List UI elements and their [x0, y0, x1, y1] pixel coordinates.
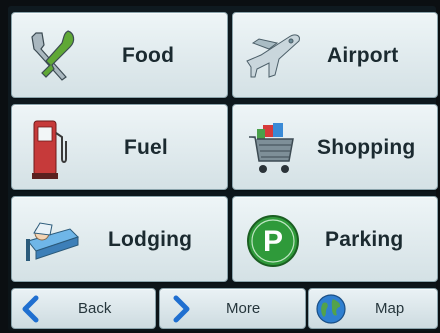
category-fuel-button[interactable]: Fuel	[11, 104, 228, 190]
back-button[interactable]: Back	[11, 288, 156, 329]
category-shopping-button[interactable]: Shopping	[232, 104, 438, 190]
category-parking-label: Parking	[325, 228, 404, 251]
back-label: Back	[78, 300, 112, 317]
shopping-cart-icon	[249, 123, 294, 173]
category-shopping-label: Shopping	[317, 136, 416, 159]
map-button[interactable]: Map	[308, 288, 438, 329]
map-label: Map	[375, 300, 405, 317]
category-airport-button[interactable]: Airport	[232, 12, 438, 98]
chevron-right-icon	[173, 295, 190, 323]
category-parking-button[interactable]: P Parking	[232, 196, 438, 282]
chevron-left-icon	[22, 295, 39, 323]
category-food-label: Food	[122, 44, 175, 67]
category-lodging-button[interactable]: Lodging	[11, 196, 228, 282]
navigation-screen: Food Airport Fuel Shopping Lodging P Par…	[8, 6, 438, 331]
fuel-pump-icon	[32, 120, 67, 179]
fork-knife-icon	[31, 30, 75, 81]
bed-icon	[26, 222, 79, 261]
parking-glyph: P	[263, 225, 283, 258]
category-lodging-label: Lodging	[108, 228, 193, 251]
category-fuel-label: Fuel	[124, 136, 168, 159]
parking-icon: P	[247, 215, 299, 267]
more-label: More	[226, 300, 261, 317]
more-button[interactable]: More	[159, 288, 306, 329]
category-food-button[interactable]: Food	[11, 12, 228, 98]
globe-icon	[316, 294, 346, 324]
category-airport-label: Airport	[327, 44, 399, 67]
airplane-icon	[246, 34, 300, 78]
